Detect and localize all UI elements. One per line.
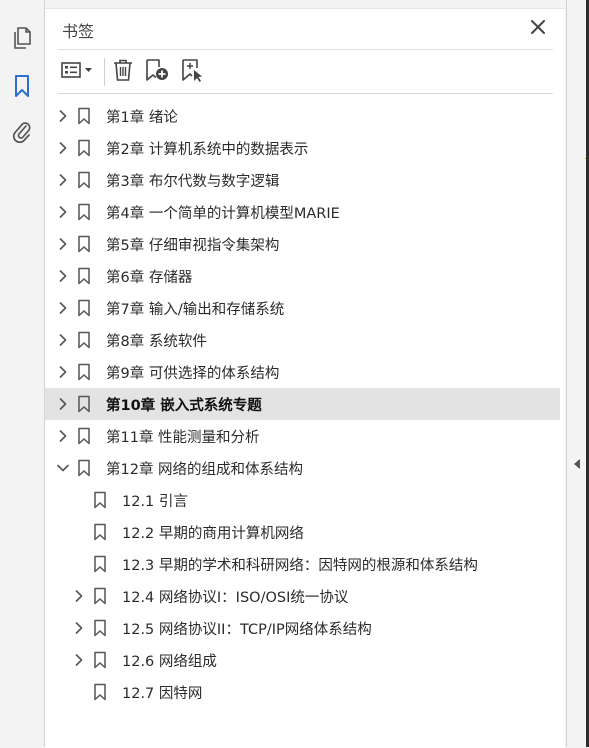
chevron-right-icon[interactable] <box>55 364 71 380</box>
panel-title: 书签 <box>62 22 95 41</box>
bookmark-icon <box>92 523 108 541</box>
bookmark-item[interactable]: 第2章 计算机系统中的数据表示 <box>45 132 560 164</box>
bookmark-label: 第10章 嵌入式系统专题 <box>106 397 262 414</box>
bookmark-label: 第4章 一个简单的计算机模型MARIE <box>106 205 340 222</box>
bookmark-item[interactable]: 第5章 仔细审视指令集架构 <box>45 228 560 260</box>
bookmark-icon <box>92 491 108 509</box>
bookmark-icon <box>76 107 92 125</box>
bookmark-icon <box>76 203 92 221</box>
chevron-right-icon[interactable] <box>71 620 87 636</box>
bookmark-label: 12.4 网络协议I：ISO/OSI统一协议 <box>122 589 349 606</box>
bookmark-icon <box>76 139 92 157</box>
bookmark-label: 第3章 布尔代数与数字逻辑 <box>106 173 280 190</box>
new-bookmark-button[interactable] <box>144 59 170 85</box>
bookmark-icon <box>76 395 92 413</box>
bookmark-from-selection-button[interactable] <box>179 59 205 85</box>
bookmark-icon <box>12 74 32 102</box>
collapse-panel-button[interactable] <box>572 457 582 471</box>
bookmark-icon <box>92 555 108 573</box>
bookmark-label: 第1章 绪论 <box>106 109 178 126</box>
bookmark-icon <box>76 235 92 253</box>
bookmark-label: 第9章 可供选择的体系结构 <box>106 365 280 382</box>
chevron-right-icon[interactable] <box>55 236 71 252</box>
bookmark-label: 第6章 存储器 <box>106 269 193 286</box>
bookmark-subitem[interactable]: 12.4 网络协议I：ISO/OSI统一协议 <box>45 580 560 612</box>
pages-icon <box>11 26 33 54</box>
bookmark-from-selection-icon <box>179 58 205 86</box>
chevron-right-icon[interactable] <box>55 396 71 412</box>
bookmark-label: 第8章 系统软件 <box>106 333 207 350</box>
bookmark-item[interactable]: 第9章 可供选择的体系结构 <box>45 356 560 388</box>
chevron-right-icon[interactable] <box>71 652 87 668</box>
chevron-right-icon[interactable] <box>55 204 71 220</box>
chevron-right-icon[interactable] <box>55 172 71 188</box>
bookmark-toolbar <box>45 49 565 95</box>
bookmark-icon <box>76 363 92 381</box>
bookmark-item[interactable]: 第4章 一个简单的计算机模型MARIE <box>45 196 560 228</box>
bookmark-icon <box>92 587 108 605</box>
divider <box>58 49 553 50</box>
bookmark-label: 12.3 早期的学术和科研网络：因特网的根源和体系结构 <box>122 557 478 574</box>
chevron-down-icon[interactable] <box>55 460 71 476</box>
bookmark-label: 第12章 网络的组成和体系结构 <box>106 461 304 478</box>
bookmark-label: 第2章 计算机系统中的数据表示 <box>106 141 309 158</box>
bookmark-subitem[interactable]: 12.1 引言 <box>45 484 560 516</box>
bookmark-icon <box>92 651 108 669</box>
toolbar-separator <box>104 58 105 86</box>
bookmark-label: 第7章 输入/输出和存储系统 <box>106 301 285 318</box>
divider <box>58 93 553 94</box>
left-tool-rail <box>0 0 45 747</box>
bookmark-icon <box>76 171 92 189</box>
bookmark-icon <box>76 331 92 349</box>
chevron-right-icon[interactable] <box>71 588 87 604</box>
delete-bookmark-button[interactable] <box>111 59 135 85</box>
bookmark-label: 12.5 网络协议II：TCP/IP网络体系结构 <box>122 621 372 638</box>
attachments-button[interactable] <box>8 119 36 147</box>
bookmark-label: 12.1 引言 <box>122 493 188 510</box>
close-button[interactable] <box>527 17 549 39</box>
bookmark-label: 第5章 仔细审视指令集架构 <box>106 237 280 254</box>
bookmark-tree: 第1章 绪论第2章 计算机系统中的数据表示 第3章 布尔代数与数字逻辑第4章 一个… <box>45 100 560 708</box>
bookmark-icon <box>76 459 92 477</box>
bookmark-subitem[interactable]: 12.3 早期的学术和科研网络：因特网的根源和体系结构 <box>45 548 560 580</box>
chevron-right-icon[interactable] <box>55 140 71 156</box>
bookmark-icon <box>76 299 92 317</box>
options-menu-button[interactable] <box>59 59 97 85</box>
bookmark-icon <box>76 267 92 285</box>
pages-button[interactable] <box>8 26 36 54</box>
chevron-right-icon[interactable] <box>55 108 71 124</box>
close-icon <box>531 19 545 38</box>
bookmark-item[interactable]: 第8章 系统软件 <box>45 324 560 356</box>
options-icon <box>60 61 96 83</box>
bookmark-icon <box>92 683 108 701</box>
bookmarks-panel: 书签 第1章 绪论 第2章 计算机系统中的数据表示 第3章 布尔代数与数字逻辑 … <box>45 8 565 748</box>
collapse-left-arrow-icon <box>573 455 581 474</box>
delete-icon <box>112 58 134 86</box>
bookmark-item[interactable]: 第10章 嵌入式系统专题 <box>45 388 560 420</box>
bookmark-icon <box>92 619 108 637</box>
chevron-right-icon[interactable] <box>55 428 71 444</box>
chevron-right-icon[interactable] <box>55 300 71 316</box>
bookmark-label: 12.2 早期的商用计算机网络 <box>122 525 304 542</box>
bookmark-item[interactable]: 第11章 性能测量和分析 <box>45 420 560 452</box>
bookmark-item[interactable]: 第12章 网络的组成和体系结构 <box>45 452 560 484</box>
bookmark-label: 第11章 性能测量和分析 <box>106 429 260 446</box>
new-bookmark-icon <box>144 58 170 86</box>
chevron-right-icon[interactable] <box>55 332 71 348</box>
bookmark-label: 12.7 因特网 <box>122 685 203 702</box>
bookmark-subitem[interactable]: 12.6 网络组成 <box>45 644 560 676</box>
bookmark-item[interactable]: 第1章 绪论 <box>45 100 560 132</box>
bookmark-icon <box>76 427 92 445</box>
bookmark-item[interactable]: 第7章 输入/输出和存储系统 <box>45 292 560 324</box>
bookmark-item[interactable]: 第6章 存储器 <box>45 260 560 292</box>
bookmark-item[interactable]: 第3章 布尔代数与数字逻辑 <box>45 164 560 196</box>
chevron-right-icon[interactable] <box>55 268 71 284</box>
bookmark-subitem[interactable]: 12.5 网络协议II：TCP/IP网络体系结构 <box>45 612 560 644</box>
bookmark-subitem[interactable]: 12.7 因特网 <box>45 676 560 708</box>
bookmark-label: 12.6 网络组成 <box>122 653 217 670</box>
bookmark-subitem[interactable]: 12.2 早期的商用计算机网络 <box>45 516 560 548</box>
bookmarks-button[interactable] <box>8 74 36 102</box>
attachment-icon <box>11 119 33 147</box>
